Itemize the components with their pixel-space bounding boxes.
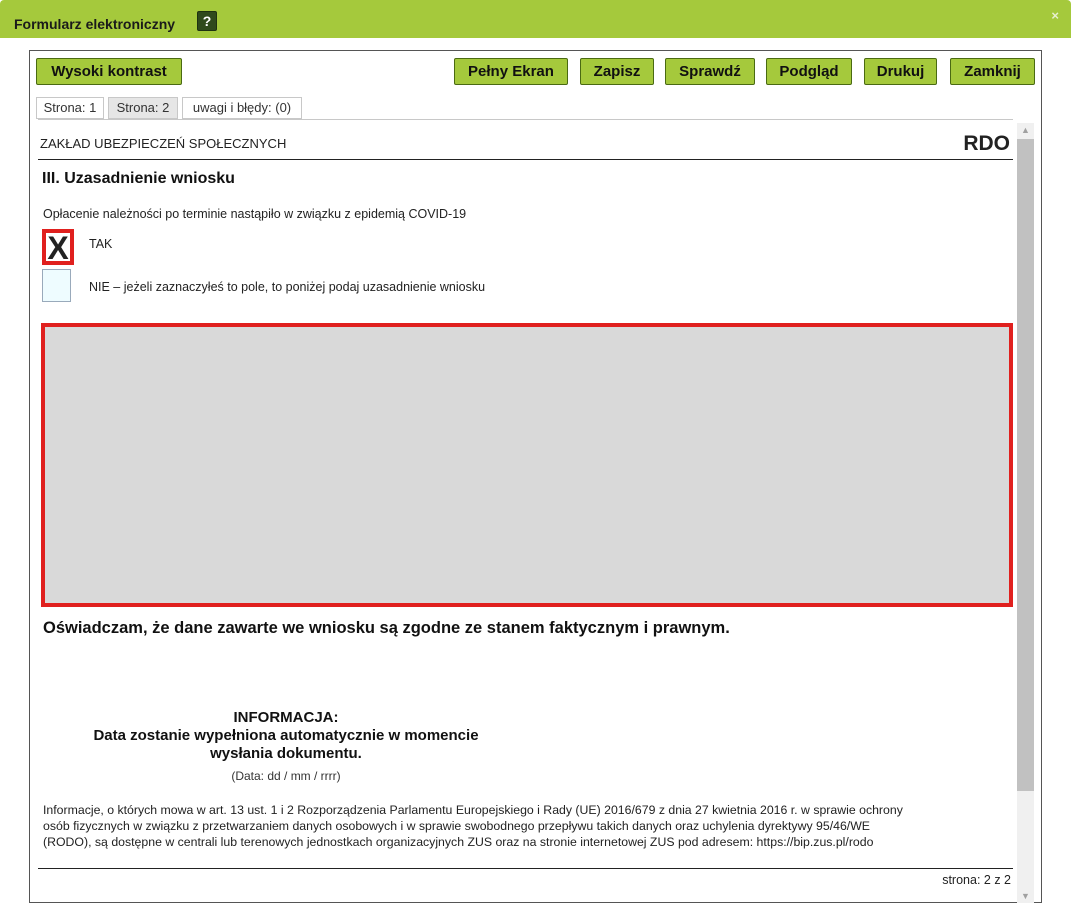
scrollbar-thumb[interactable] (1017, 139, 1034, 791)
form-code: RDO (963, 132, 1010, 155)
check-mark-x: X (47, 230, 69, 266)
checkbox-no[interactable] (42, 269, 71, 302)
section-title: III. Uzasadnienie wniosku (42, 170, 235, 187)
page-indicator: strona: 2 z 2 (942, 873, 1011, 887)
footer-divider (38, 868, 1013, 869)
tab-page-2[interactable]: Strona: 2 (108, 97, 178, 119)
info-line-2: wysłania dokumentu. (210, 745, 362, 762)
institution-name: ZAKŁAD UBEZPIECZEŃ SPOŁECZNYCH (40, 136, 287, 151)
tab-remarks-errors[interactable]: uwagi i błędy: (0) (182, 97, 302, 119)
window-titlebar: Formularz elektroniczny ? × (0, 0, 1071, 38)
vertical-scrollbar[interactable]: ▲ ▼ (1017, 123, 1034, 903)
date-format: (Data: dd / mm / rrrr) (231, 769, 341, 783)
scroll-up-arrow-icon[interactable]: ▲ (1017, 123, 1034, 137)
covid-question: Opłacenie należności po terminie nastąpi… (43, 207, 467, 221)
window-title: Formularz elektroniczny (14, 16, 176, 32)
check-button[interactable]: Sprawdź (665, 58, 755, 85)
high-contrast-button[interactable]: Wysoki kontrast (36, 58, 182, 85)
rodo-notice: Informacje, o których mowa w art. 13 ust… (43, 802, 998, 850)
save-button[interactable]: Zapisz (580, 58, 654, 85)
form-page: ZAKŁAD UBEZPIECZEŃ SPOŁECZNYCH RDO III. … (38, 119, 1013, 899)
rodo-line-2: osób fizycznych w związku z przetwarzani… (43, 819, 871, 833)
close-button[interactable]: Zamknij (950, 58, 1035, 85)
checkbox-yes[interactable]: X (42, 229, 74, 266)
declaration-text: Oświadczam, że dane zawarte we wniosku s… (43, 619, 730, 637)
info-heading: INFORMACJA: (233, 709, 339, 726)
date-info-block: INFORMACJA: Data zostanie wypełniona aut… (46, 709, 526, 783)
justification-textarea[interactable] (41, 323, 1013, 607)
form-frame: Wysoki kontrast Pełny Ekran Zapisz Spraw… (29, 50, 1042, 903)
help-icon[interactable]: ? (197, 11, 217, 31)
scroll-down-arrow-icon[interactable]: ▼ (1017, 889, 1034, 903)
option-yes-label: TAK (89, 237, 113, 251)
preview-button[interactable]: Podgląd (766, 58, 852, 85)
rodo-line-1: Informacje, o których mowa w art. 13 ust… (43, 803, 903, 817)
option-no-label: NIE – jeżeli zaznaczyłeś to pole, to pon… (89, 280, 486, 294)
info-line-1: Data zostanie wypełniona automatycznie w… (93, 727, 479, 744)
header-divider (38, 159, 1013, 160)
rodo-line-3: (RODO), są dostępne w centrali lub teren… (43, 835, 874, 849)
print-button[interactable]: Drukuj (864, 58, 937, 85)
tab-page-1[interactable]: Strona: 1 (36, 97, 104, 119)
close-icon[interactable]: × (1051, 8, 1059, 23)
fullscreen-button[interactable]: Pełny Ekran (454, 58, 568, 85)
